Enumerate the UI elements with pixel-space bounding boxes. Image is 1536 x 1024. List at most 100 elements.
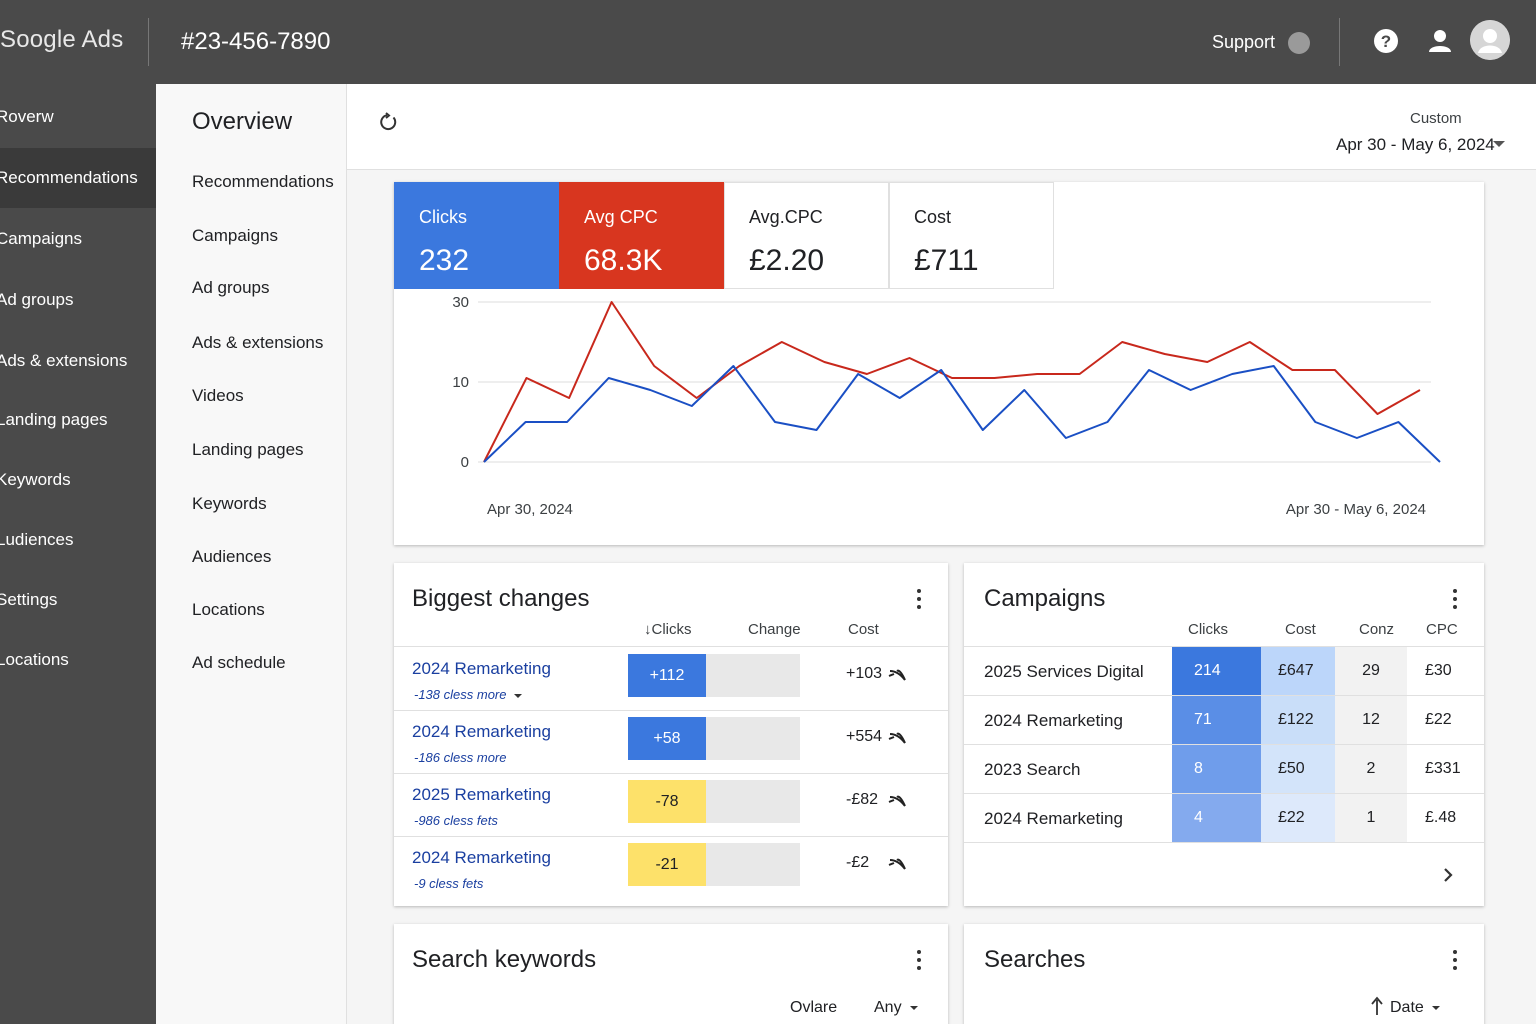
app-logo[interactable]: Soogle Ads (0, 26, 123, 54)
subnav-item-ad-schedule[interactable]: Ad schedule (192, 653, 286, 673)
subnav-item-landing-pages[interactable]: Landing pages (192, 440, 304, 460)
row-subtext: -186 cless more (414, 750, 506, 765)
support-status-dot (1288, 32, 1310, 54)
subnav-item-locations[interactable]: Locations (192, 600, 265, 620)
subtext-value: -186 cless more (414, 750, 507, 765)
column-header-cost[interactable]: Cost (848, 621, 879, 638)
dropdown-value: Any (874, 999, 902, 1016)
leftnav-item-ad-groups[interactable]: Ad groups (0, 270, 156, 330)
leftnav-item-campaigns[interactable]: Campaigns (0, 209, 156, 269)
sort-icon[interactable] (1370, 996, 1384, 1016)
compare-dropdown[interactable]: Ovlare (790, 999, 837, 1017)
campaign-link[interactable]: 2024 Remarketing (412, 722, 551, 742)
chevron-down-icon[interactable] (1493, 141, 1505, 147)
metric-clicks[interactable]: Clicks 232 (394, 182, 559, 289)
column-header-clicks[interactable]: Clicks (1188, 621, 1228, 638)
svg-text:?: ? (1381, 32, 1391, 51)
top-bar: Soogle Ads #23-456-7890 Support ? (0, 0, 1536, 84)
cpc-cell: £.48 (1425, 809, 1457, 826)
more-vert-icon[interactable] (916, 589, 922, 611)
account-id[interactable]: #23-456-7890 (181, 28, 330, 56)
subnav-item-videos[interactable]: Videos (192, 386, 244, 406)
subtext-value: -9 cless fets (414, 876, 484, 891)
change-bar: -21 (628, 843, 706, 886)
metric-value: 68.3K (584, 244, 663, 277)
leftnav-label: Roverw (0, 107, 54, 126)
more-vert-icon[interactable] (916, 950, 922, 972)
metric-label: Avg.CPC (749, 207, 823, 227)
divider (1339, 18, 1340, 66)
leftnav-item-audiences[interactable]: Ludiences (0, 510, 156, 570)
date-range-picker[interactable]: Apr 30 - May 6, 2024 (1336, 135, 1495, 155)
cost-cell: £122 (1261, 696, 1335, 744)
campaign-link[interactable]: 2024 Remarketing (412, 848, 551, 868)
table-row[interactable]: 2024 Remarketing -186 cless more +58 +554 (394, 710, 948, 774)
leftnav-item-ads-extensions[interactable]: Ads & extensions (0, 331, 156, 391)
leftnav-label: Landing pages (0, 410, 108, 429)
cost-cell: £647 (1261, 647, 1335, 695)
refresh-icon[interactable] (379, 112, 399, 132)
match-type-dropdown[interactable]: Any (874, 999, 918, 1017)
subnav-item-ads-extensions[interactable]: Ads & extensions (192, 333, 323, 353)
change-bar: +58 (628, 717, 706, 760)
chevron-down-icon[interactable] (514, 693, 523, 698)
metric-avg-cpc[interactable]: Avg.CPC £2.20 (724, 182, 889, 289)
subnav-item-ad-groups[interactable]: Ad groups (192, 278, 270, 298)
table-row[interactable]: 2024 Remarketing -138 cless more +112 +103 (394, 647, 948, 711)
column-header-conversions[interactable]: Conz (1359, 621, 1394, 638)
conversions-cell: 2 (1335, 745, 1407, 793)
table-row[interactable]: 2025 Remarketing -986 cless fets -78 -£82 (394, 773, 948, 837)
y-tick-label: 10 (452, 374, 469, 391)
table-row[interactable]: 2024 Remarketing 71 £122 12 £22 (964, 696, 1484, 745)
chevron-right-icon[interactable] (1441, 867, 1455, 883)
table-row[interactable]: 2025 Services Digital 214 £647 29 £30 (964, 647, 1484, 696)
subnav-item-recommendations[interactable]: Recommendations (192, 172, 334, 192)
person-icon[interactable] (1427, 28, 1453, 54)
leftnav-item-recommendations[interactable]: Recommendations (0, 148, 156, 208)
subnav-item-keywords[interactable]: Keywords (192, 494, 267, 514)
leftnav-item-locations[interactable]: Locations (0, 630, 156, 690)
campaign-link[interactable]: 2024 Remarketing (412, 659, 551, 679)
leftnav-label: Recommendations (0, 168, 138, 187)
leftnav-label: Campaigns (0, 229, 82, 248)
leftnav-item-landing-pages[interactable]: Landing pages (0, 390, 156, 450)
cost-value: -£2 (846, 854, 870, 871)
date-dropdown[interactable]: Date (1390, 999, 1440, 1017)
campaign-name[interactable]: 2025 Services Digital (984, 662, 1144, 682)
leftnav-item-settings[interactable]: Settings (0, 570, 156, 630)
column-header-cpc[interactable]: CPC (1426, 621, 1458, 638)
main-header: Custom Apr 30 - May 6, 2024 (347, 84, 1536, 170)
leftnav-item-overview[interactable]: Roverw (0, 87, 156, 147)
subnav-item-audiences[interactable]: Audiences (192, 547, 271, 567)
column-header-cost[interactable]: Cost (1285, 621, 1316, 638)
campaign-name[interactable]: 2024 Remarketing (984, 809, 1123, 829)
campaign-link[interactable]: 2025 Remarketing (412, 785, 551, 805)
divider (148, 18, 149, 66)
help-icon[interactable]: ? (1373, 28, 1399, 54)
table-row[interactable]: 2024 Remarketing 4 £22 1 £.48 (964, 794, 1484, 843)
metric-cost[interactable]: Cost £711 (889, 182, 1054, 289)
more-vert-icon[interactable] (1452, 589, 1458, 611)
more-vert-icon[interactable] (1452, 950, 1458, 972)
support-link[interactable]: Support (1212, 32, 1275, 53)
column-header-clicks[interactable]: ↓Clicks (644, 621, 692, 638)
campaign-name[interactable]: 2024 Remarketing (984, 711, 1123, 731)
avatar[interactable] (1470, 20, 1510, 60)
clicks-cell: 214 (1172, 647, 1261, 695)
leftnav-item-keywords[interactable]: Keywords (0, 450, 156, 510)
clicks-cell: 8 (1172, 745, 1261, 793)
campaign-name[interactable]: 2023 Search (984, 760, 1080, 780)
trend-icon (888, 669, 906, 681)
x-tick-label: Apr 30 - May 6, 2024 (1286, 501, 1426, 518)
subnav-item-campaigns[interactable]: Campaigns (192, 226, 278, 246)
metric-label: Cost (914, 207, 952, 227)
subtext-value: -138 cless more (414, 687, 507, 702)
series-line-2[interactable] (483, 365, 1441, 463)
main-content: Custom Apr 30 - May 6, 2024 Clicks 232 A… (347, 84, 1536, 1024)
table-row[interactable]: 2023 Search 8 £50 2 £331 (964, 745, 1484, 794)
change-bar: -78 (628, 780, 706, 823)
cost-value: +554 (846, 728, 883, 745)
table-row[interactable]: 2024 Remarketing -9 cless fets -21 -£2 (394, 836, 948, 899)
metric-avg-cpc-red[interactable]: Avg CPC 68.3K (559, 182, 724, 289)
column-header-change[interactable]: Change (748, 621, 801, 638)
